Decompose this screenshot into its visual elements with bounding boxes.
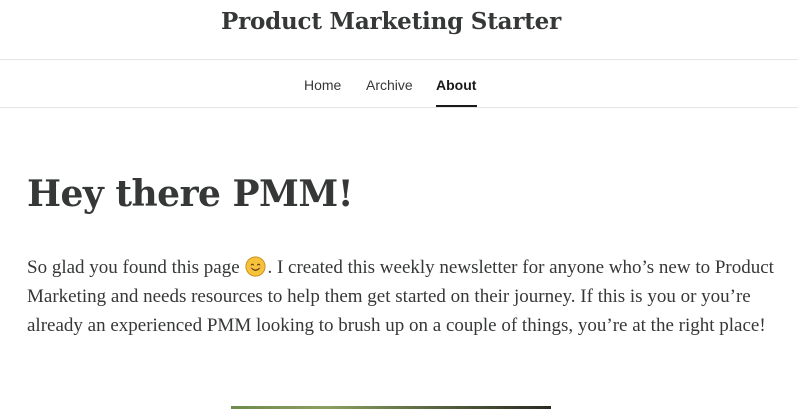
nav-item-archive[interactable]: Archive <box>366 76 413 94</box>
site-header: Product Marketing Starter <box>0 0 798 60</box>
nav-item-about[interactable]: About <box>436 76 476 94</box>
active-nav-indicator <box>436 105 477 107</box>
page-title: Hey there PMM! <box>27 173 354 215</box>
intro-paragraph: So glad you found this page . I created … <box>27 253 787 340</box>
intro-text-start: So glad you found this page <box>27 257 245 278</box>
smiling-face-icon <box>245 256 266 277</box>
nav-item-home[interactable]: Home <box>304 76 341 94</box>
main-nav: Home Archive About <box>0 60 798 108</box>
site-title[interactable]: Product Marketing Starter <box>0 7 782 37</box>
